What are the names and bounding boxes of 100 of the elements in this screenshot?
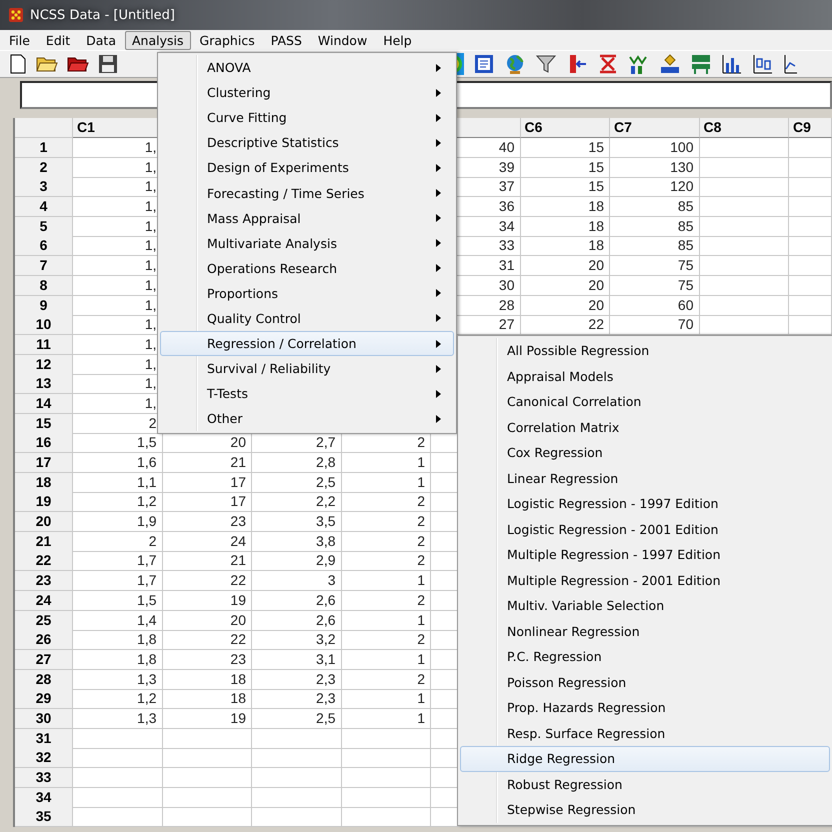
row-header: 16 [15,433,73,454]
table-cell: 2 [342,590,431,611]
row-header: 23 [15,571,73,592]
row-header: 29 [15,689,73,710]
table-cell: 1 [342,610,431,630]
table-cell: 18 [520,197,610,218]
table-cell: 17 [162,472,252,493]
table-cell: 1,2 [73,689,162,710]
row-header: 15 [15,414,73,434]
row-header: 10 [15,315,73,336]
table-cell: 75 [610,276,700,296]
table-cell: 75 [610,256,700,276]
table-cell: 2,2 [252,492,342,512]
table-cell: 2,8 [252,453,342,473]
table-cell: 23 [162,512,252,532]
table-cell: 2 [342,551,431,572]
row-header: 14 [15,394,73,414]
row-header: 18 [15,472,73,493]
table-cell: 2,6 [252,590,342,611]
table-cell: 3,8 [252,532,342,552]
table-cell: 2,5 [252,708,342,729]
table-cell: 19 [162,708,252,729]
table-cell: 60 [610,296,700,316]
row-header: 28 [15,670,73,690]
row-header: 12 [15,354,73,375]
table-cell: 20 [520,256,610,276]
table-cell: 1,3 [73,708,162,729]
table-cell: 3,2 [252,630,342,650]
table-cell: 85 [610,197,700,218]
table-cell: 18 [162,689,252,710]
table-cell: 2 [342,492,431,512]
table-cell: 21 [162,453,252,473]
table-cell: 2,3 [252,670,342,690]
table-cell: 120 [610,177,700,198]
column-header: C6 [520,118,610,138]
table-cell: 100 [610,138,700,158]
table-cell: 3,5 [252,512,342,532]
table-cell: 23 [162,650,252,670]
table-cell: 2 [342,532,431,552]
row-header: 35 [15,807,73,828]
table-cell: 18 [520,216,610,237]
table-cell: 1,9 [73,512,162,532]
row-header: 1 [15,138,73,158]
table-cell: 1 [342,650,431,670]
row-header: 32 [15,748,73,768]
table-cell: 18 [520,236,610,256]
table-cell: 1 [342,571,431,592]
table-cell: 1,4 [73,610,162,630]
row-header: 20 [15,512,73,532]
table-cell: 1,7 [73,571,162,592]
row-header: 6 [15,236,73,256]
window-title: NCSS Data - [Untitled] [30,8,175,22]
table-cell: 3,1 [252,650,342,670]
table-cell: 2,9 [252,551,342,572]
row-header: 5 [15,216,73,237]
table-cell: 15 [520,138,610,158]
table-cell: 1,6 [73,453,162,473]
table-cell: 1,3 [73,670,162,690]
row-header: 17 [15,453,73,473]
table-cell: 130 [610,158,700,178]
table-cell: 1 [342,453,431,473]
row-header: 7 [15,256,73,276]
row-header: 13 [15,374,73,394]
table-cell: 24 [162,532,252,552]
table-cell: 20 [162,610,252,630]
row-header: 3 [15,177,73,198]
table-cell: 20 [520,276,610,296]
row-header: 9 [15,296,73,316]
table-cell: 85 [610,236,700,256]
table-cell: 1,5 [73,590,162,611]
row-header: 8 [15,276,73,296]
table-cell: 2,5 [252,472,342,493]
row-header: 31 [15,728,73,749]
table-cell: 17 [162,492,252,512]
table-cell: 85 [610,216,700,237]
row-header: 33 [15,768,73,788]
table-cell: 19 [162,590,252,611]
row-header: 26 [15,630,73,650]
column-header: C8 [700,118,789,138]
table-cell: 21 [162,551,252,572]
row-header: 30 [15,708,73,729]
table-cell: 15 [520,177,610,198]
table-cell: 2 [342,670,431,690]
row-header: 25 [15,610,73,630]
row-header: 27 [15,650,73,670]
row-header: 11 [15,334,73,355]
table-cell: 15 [520,158,610,178]
table-cell: 1 [342,472,431,493]
table-cell: 2 [342,512,431,532]
table-cell: 20 [520,296,610,316]
table-cell: 22 [162,571,252,592]
table-cell: 2,6 [252,610,342,630]
table-cell: 1,7 [73,551,162,572]
row-header: 22 [15,551,73,572]
row-header: 4 [15,197,73,218]
row-header: 19 [15,492,73,512]
table-cell: 18 [162,670,252,690]
table-cell: 1,2 [73,492,162,512]
column-header: C9 [789,118,832,138]
table-cell: 2 [73,532,162,552]
